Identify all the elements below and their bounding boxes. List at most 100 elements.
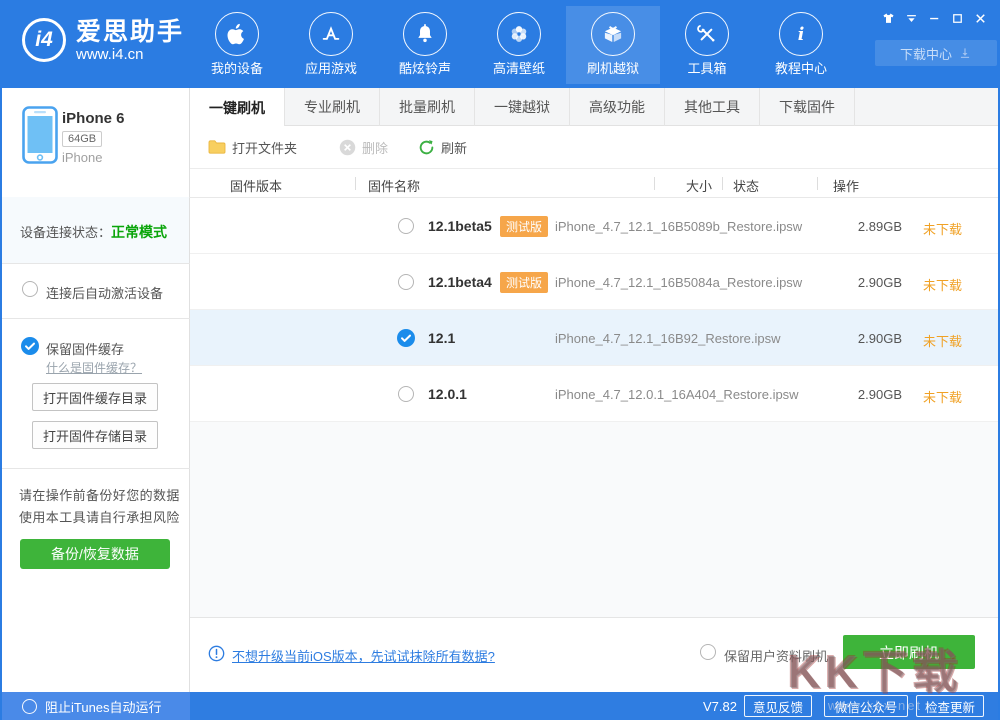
row-radio[interactable]	[398, 274, 414, 290]
row-radio[interactable]	[398, 386, 414, 402]
firmware-version: 12.1	[428, 330, 455, 346]
auto-activate-radio[interactable]	[22, 281, 38, 297]
tab-pro-flash[interactable]: 专业刷机	[285, 88, 380, 126]
firmware-version: 12.1beta5	[428, 218, 492, 234]
apple-icon	[215, 12, 259, 56]
feedback-button[interactable]: 意见反馈	[744, 695, 812, 717]
refresh-button[interactable]: 刷新	[418, 138, 467, 157]
brand-name: 爱思助手	[76, 18, 184, 46]
firmware-row[interactable]: 12.1beta5 测试版 iPhone_4.7_12.1_16B5089b_R…	[190, 198, 1000, 254]
backup-restore-button[interactable]: 备份/恢复数据	[20, 539, 170, 569]
column-separator	[654, 177, 655, 190]
auto-activate-label: 连接后自动激活设备	[46, 283, 163, 302]
nav-apps-games[interactable]: 应用游戏	[284, 6, 378, 84]
beta-badge: 测试版	[500, 216, 548, 237]
open-folder-label: 打开文件夹	[232, 138, 297, 157]
tab-advanced[interactable]: 高级功能	[570, 88, 665, 126]
block-itunes-radio[interactable]	[22, 699, 37, 714]
firmware-status: 未下载	[923, 331, 962, 350]
tab-download-firmware[interactable]: 下载固件	[760, 88, 855, 126]
delete-button[interactable]: 删除	[339, 138, 388, 157]
col-status: 状态	[733, 176, 759, 195]
open-storage-dir-button[interactable]: 打开固件存储目录	[32, 421, 158, 449]
delete-label: 删除	[362, 138, 388, 157]
appstore-icon	[309, 12, 353, 56]
open-cache-dir-button[interactable]: 打开固件缓存目录	[32, 383, 158, 411]
skin-button[interactable]	[877, 8, 899, 28]
nav-label: 高清壁纸	[472, 58, 566, 77]
keep-user-data-label: 保留用户资料刷机	[724, 646, 828, 665]
firmware-size: 2.90GB	[820, 331, 902, 346]
cache-help-link[interactable]: 什么是固件缓存？	[46, 359, 142, 376]
main-menu-button[interactable]	[900, 8, 922, 28]
device-name: iPhone 6	[62, 110, 125, 127]
sidebar: iPhone 6 64GB iPhone 设备连接状态：正常模式 连接后自动激活…	[0, 88, 190, 692]
firmware-version: 12.0.1	[428, 386, 467, 402]
nav-tutorials[interactable]: i 教程中心	[754, 6, 848, 84]
warning-circle-icon	[208, 645, 225, 662]
nav-wallpapers[interactable]: 高清壁纸	[472, 6, 566, 84]
tab-one-key-flash[interactable]: 一键刷机	[190, 88, 285, 127]
divider	[0, 318, 190, 319]
firmware-size: 2.90GB	[820, 275, 902, 290]
info-icon: i	[779, 12, 823, 56]
firmware-status: 未下载	[923, 275, 962, 294]
tab-other-tools[interactable]: 其他工具	[665, 88, 760, 126]
refresh-label: 刷新	[441, 138, 467, 157]
erase-data-link[interactable]: 不想升级当前iOS版本，先试试抹除所有数据?	[232, 646, 495, 665]
connection-label: 设备连接状态：	[20, 225, 111, 240]
nav-label: 工具箱	[660, 58, 754, 77]
brand-logo-icon: i4	[22, 18, 66, 62]
firmware-filename: iPhone_4.7_12.1_16B92_Restore.ipsw	[555, 331, 781, 346]
open-folder-button[interactable]: 打开文件夹	[208, 138, 297, 157]
column-separator	[355, 177, 356, 190]
nav-label: 刷机越狱	[566, 58, 660, 77]
divider	[0, 263, 190, 264]
tab-bar: 一键刷机 专业刷机 批量刷机 一键越狱 高级功能 其他工具 下载固件	[190, 88, 1000, 126]
nav-my-device[interactable]: 我的设备	[190, 6, 284, 84]
firmware-status: 未下载	[923, 387, 962, 406]
svg-text:i: i	[798, 25, 805, 45]
nav-toolbox[interactable]: 工具箱	[660, 6, 754, 84]
beta-badge: 测试版	[500, 272, 548, 293]
firmware-size: 2.89GB	[820, 219, 902, 234]
backup-warning-line2: 使用本工具请自行承担风险	[19, 507, 180, 526]
nav-flash-jailbreak[interactable]: 刷机越狱	[566, 6, 660, 84]
col-firmware-name: 固件名称	[368, 176, 420, 195]
firmware-row-selected[interactable]: 12.1 iPhone_4.7_12.1_16B92_Restore.ipsw …	[190, 310, 1000, 366]
tab-one-key-jailbreak[interactable]: 一键越狱	[475, 88, 570, 126]
row-radio-checked[interactable]	[397, 329, 415, 347]
nav-ringtones[interactable]: 酷炫铃声	[378, 6, 472, 84]
maximize-button[interactable]	[946, 8, 968, 28]
device-capacity-badge: 64GB	[62, 131, 102, 147]
wechat-official-button[interactable]: 微信公众号	[824, 695, 908, 717]
check-update-button[interactable]: 检查更新	[916, 695, 984, 717]
iphone-icon	[22, 106, 58, 164]
firmware-filename: iPhone_4.7_12.0.1_16A404_Restore.ipsw	[555, 387, 799, 402]
divider	[0, 468, 190, 469]
firmware-row[interactable]: 12.0.1 iPhone_4.7_12.0.1_16A404_Restore.…	[190, 366, 1000, 422]
firmware-row[interactable]: 12.1beta4 测试版 iPhone_4.7_12.1_16B5084a_R…	[190, 254, 1000, 310]
keep-user-data-radio[interactable]	[700, 644, 716, 660]
flash-now-button[interactable]: 立即刷机	[843, 635, 975, 669]
tab-batch-flash[interactable]: 批量刷机	[380, 88, 475, 126]
firmware-toolbar: 打开文件夹 删除 刷新	[190, 126, 1000, 169]
block-itunes-label: 阻止iTunes自动运行	[45, 697, 162, 716]
col-firmware-version: 固件版本	[230, 176, 282, 195]
device-type: iPhone	[62, 150, 102, 165]
keep-cache-label: 保留固件缓存	[46, 339, 124, 358]
box-icon	[591, 12, 635, 56]
close-button[interactable]	[969, 8, 991, 28]
tools-icon	[685, 12, 729, 56]
firmware-status: 未下载	[923, 219, 962, 238]
row-radio[interactable]	[398, 218, 414, 234]
download-icon	[958, 46, 972, 60]
connection-status: 正常模式	[111, 224, 167, 240]
minimize-button[interactable]	[923, 8, 945, 28]
delete-icon	[339, 139, 356, 156]
nav-label: 酷炫铃声	[378, 58, 472, 77]
download-center-button[interactable]: 下载中心	[875, 40, 997, 66]
block-itunes-control[interactable]: 阻止iTunes自动运行	[0, 692, 190, 720]
keep-cache-checkbox[interactable]	[21, 337, 39, 355]
refresh-icon	[418, 139, 435, 156]
